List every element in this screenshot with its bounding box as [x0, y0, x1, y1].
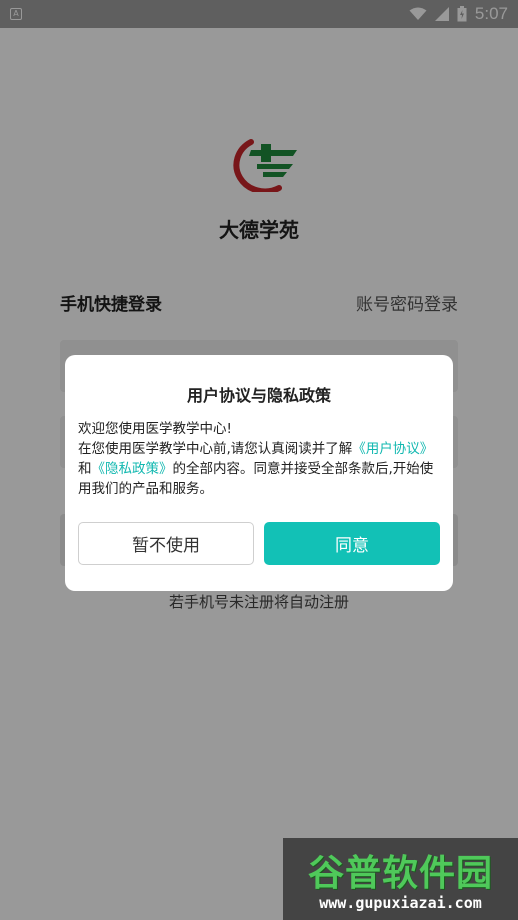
decline-button[interactable]: 暂不使用: [78, 522, 254, 565]
dialog-welcome-line: 欢迎您使用医学教学中心!: [78, 421, 232, 437]
agreement-connector: 和: [78, 461, 92, 477]
agreement-prefix: 在您使用医学教学中心前,请您认真阅读并了解: [78, 441, 353, 457]
watermark: 谷普软件园 www.gupuxiazai.com: [283, 838, 518, 920]
dialog-body: 欢迎您使用医学教学中心! 在您使用医学教学中心前,请您认真阅读并了解《用户协议》…: [78, 419, 444, 499]
watermark-url: www.gupuxiazai.com: [319, 894, 482, 912]
privacy-policy-link[interactable]: 《隐私政策》: [92, 461, 173, 477]
dialog-agreement-text: 在您使用医学教学中心前,请您认真阅读并了解《用户协议》 和《隐私政策》的全部内容…: [78, 439, 444, 499]
agreement-dialog: 用户协议与隐私政策 欢迎您使用医学教学中心! 在您使用医学教学中心前,请您认真阅…: [65, 355, 453, 591]
user-agreement-link[interactable]: 《用户协议》: [352, 441, 433, 457]
dialog-title: 用户协议与隐私政策: [186, 386, 331, 405]
agree-button[interactable]: 同意: [264, 522, 440, 565]
watermark-title: 谷普软件园: [307, 853, 493, 894]
